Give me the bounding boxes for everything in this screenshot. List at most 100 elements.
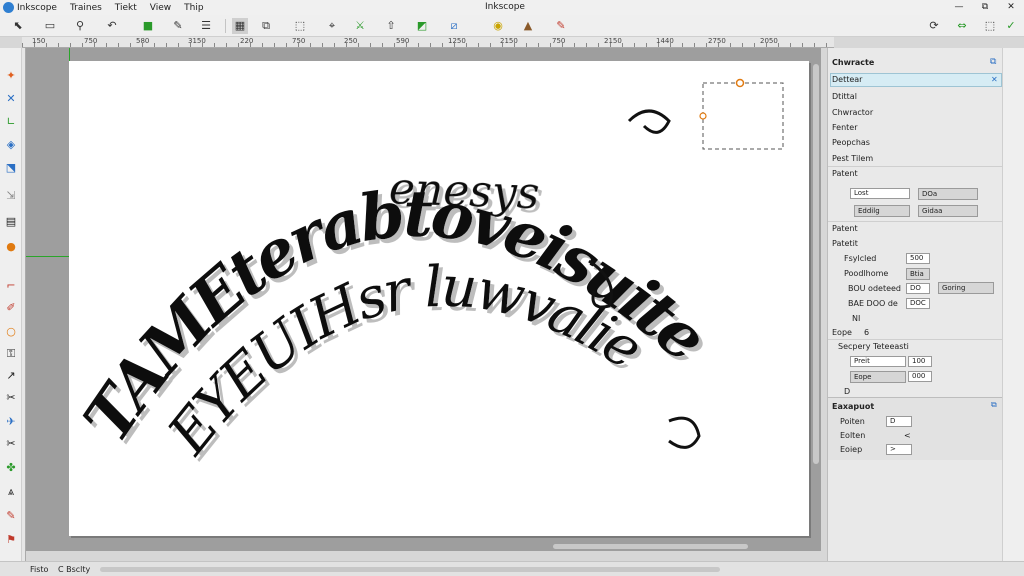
bezier-tool-icon[interactable]: ✎ [170,18,186,34]
font-size-value[interactable]: DOa [918,188,978,200]
paint-bucket-icon[interactable]: ◈ [3,137,19,153]
secondary-section-label: Secpery Teteeasti [838,342,909,351]
spacing-field[interactable]: Btia [906,268,930,280]
pen-tool-icon[interactable]: ⚔ [352,18,368,34]
bird-icon[interactable]: ✈ [3,414,19,430]
rect-tool-icon[interactable]: ▭ [42,18,58,34]
panel-selected-label[interactable]: Dettear [832,75,862,84]
ruler-label: 2750 [708,37,726,45]
scissors-icon[interactable]: ✂ [3,436,19,452]
bottom-item-1-label: Poiten [840,417,865,426]
group-icon[interactable]: ▦ [232,18,248,34]
style-dropdown[interactable]: Eddilg [854,205,910,217]
select-tool-icon[interactable]: ⬉ [10,18,26,34]
paint-value[interactable]: 100 [908,356,932,367]
mesh-tool-icon[interactable]: ⬔ [3,160,19,176]
pencil-tool-icon[interactable]: ⌐ [3,278,19,294]
circle-color-icon[interactable]: ● [3,239,19,255]
pen-red-icon[interactable]: ✐ [3,300,19,316]
panel-character-label: Chwractor [832,108,874,117]
menu-thip[interactable]: Thip [184,3,203,13]
lock-icon[interactable]: ⚿ [3,346,19,362]
eraser-tool-icon[interactable]: ✂ [3,390,19,406]
maximize-button[interactable]: ⧉ [978,1,992,13]
color-dropdown[interactable]: Eope [850,371,906,383]
export-icon[interactable]: ⇔ [954,18,970,34]
panel-font-label: Fenter [832,123,858,132]
layers-icon[interactable]: ⧉ [258,18,274,34]
text-tool-icon[interactable]: ◩ [414,18,430,34]
horizontal-scrollbar[interactable] [553,544,748,549]
letter-spacing-dropdown[interactable]: Goring [938,282,994,294]
panel-dropshadow-check[interactable]: Peopchas [832,138,870,147]
bottom-item-1-value[interactable]: D [886,416,912,427]
d-label: D [844,387,851,396]
unit-dropdown[interactable]: Gidaa [918,205,978,217]
fill-icon[interactable]: ◉ [490,18,506,34]
guide-line-top[interactable] [69,48,70,62]
swirl-ornament [668,416,701,449]
dropper-tool-icon[interactable]: ⚑ [3,532,19,548]
zoom-tool-icon[interactable]: ⚲ [72,18,88,34]
ellipse-tool-icon[interactable]: ○ [3,324,19,340]
selection-bounding-box[interactable] [702,82,784,150]
panel-title2: Dtittal [832,92,857,101]
vertical-scrollbar[interactable] [813,64,819,464]
node-tool-icon[interactable]: ■ [140,18,156,34]
rotation-handle[interactable] [735,78,745,88]
status-scroll-track[interactable] [100,567,720,572]
align-icon[interactable]: ☰ [198,18,214,34]
gradient-icon[interactable]: ▲ [520,18,536,34]
tweak-tool-icon[interactable]: ✕ [3,91,19,107]
menubar: Inkscope Traines Tiekt View Thip Inkscop… [0,0,1024,15]
typography-arc-artwork[interactable]: enesys TAMEterabtoveisuite EYEUIHsr luwv… [69,61,809,536]
close-button[interactable]: ✕ [1004,1,1018,13]
word-spacing-field[interactable]: DOC [906,298,930,309]
bottom-panel-icon[interactable]: ⧉ [991,400,997,410]
snap-icon[interactable]: ⌖ [324,18,340,34]
toolbox: ✦ ✕ ∟ ◈ ⬔ ⇲ ▤ ● ⌐ ✐ ○ ⚿ ↗ ✂ ✈ ✂ ✤ ⩓ ✎ ⚑ [0,48,22,561]
page-tool-icon[interactable]: ▤ [3,214,19,230]
panel-font-value-label: Patetit [832,239,858,248]
bottom-item-2-value[interactable]: < [904,431,911,440]
edge-value: 6 [864,328,870,337]
menu-traines[interactable]: Traines [70,3,102,13]
color-value[interactable]: 000 [908,371,932,382]
menu-tiekt[interactable]: Tiekt [115,3,137,13]
ruler-label: 250 [344,37,358,45]
star-tool-icon[interactable]: ✦ [3,68,19,84]
ruler-label: 580 [136,37,150,45]
font-size-field[interactable]: Lost [850,188,910,199]
command-toolbar: ⬉ ▭ ⚲ ↶ ■ ✎ ☰ ▦ ⧉ ⬚ ⌖ ⚔ ⇧ ◩ ⧄ ◉ ▲ ✎ ⟳ ⇔ … [0,15,1024,37]
horizontal-ruler[interactable]: 150 750 580 3150 220 750 250 590 1250 2150 750 2150… [22,37,834,48]
document-page[interactable]: enesys TAMEterabtoveisuite EYEUIHsr luwv… [69,61,809,536]
dropper-icon[interactable]: ✎ [553,18,569,34]
ruler-label: 750 [84,37,98,45]
edge-label: Eope [832,328,852,337]
brush-tool-icon[interactable]: ✎ [3,508,19,524]
canvas-area[interactable]: enesys TAMEterabtoveisuite EYEUIHsr luwv… [26,48,821,551]
menu-view[interactable]: View [150,3,171,13]
side-handle[interactable] [699,112,707,120]
measure-tool-icon[interactable]: ∟ [3,114,19,130]
lpe-tool-icon[interactable]: ⩓ [3,484,19,500]
import-icon[interactable]: ⬚ [982,18,998,34]
undo-icon[interactable]: ↶ [104,18,120,34]
paint-field[interactable]: Preit [850,356,906,367]
transform-icon[interactable]: ⬚ [292,18,308,34]
panel-dock-icon[interactable]: ⧉ [990,57,996,67]
arrow-tool-icon[interactable]: ↗ [3,368,19,384]
calligraphy-icon[interactable]: ⇧ [383,18,399,34]
connector-tool-icon[interactable]: ⇲ [3,188,19,204]
close-selection-icon[interactable]: ✕ [991,75,998,84]
spray-tool-icon[interactable]: ✤ [3,460,19,476]
kerning-field[interactable]: 500 [906,253,930,264]
minimize-button[interactable]: — [952,1,966,13]
spray-icon[interactable]: ⧄ [446,18,462,34]
check-icon[interactable]: ✓ [1003,18,1019,34]
spiral-icon[interactable]: ⟳ [926,18,942,34]
panel-font-line-check[interactable]: Pest Tilem [832,154,873,163]
letter-spacing-field[interactable]: DO [906,283,930,294]
guide-line-left[interactable] [26,256,70,257]
bottom-item-3-value[interactable]: > [886,444,912,455]
